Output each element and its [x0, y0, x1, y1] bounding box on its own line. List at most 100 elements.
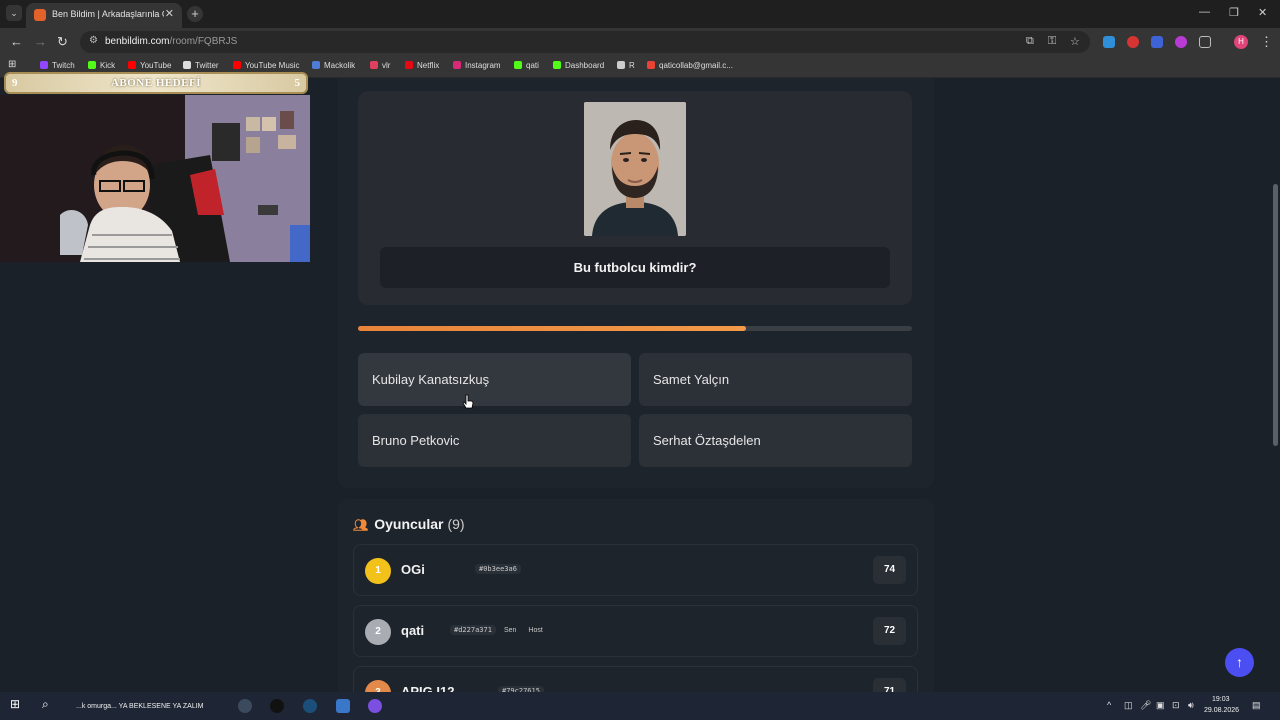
bookmark-item[interactable]: Netflix	[405, 61, 439, 70]
bookmark-item[interactable]: Instagram	[453, 61, 501, 70]
discord-icon[interactable]	[368, 699, 382, 713]
tab-close-icon[interactable]: ✕	[165, 7, 174, 20]
bookmark-item[interactable]: R	[617, 61, 635, 70]
browser-tab-active[interactable]: Ben Bildim | Arkadaşlarınla Onl... ✕	[26, 3, 182, 28]
answer-option-3[interactable]: Bruno Petkovic	[358, 414, 631, 467]
url-text[interactable]: benbildim.com/room/FQBRJS	[105, 36, 237, 47]
bookmark-item[interactable]: Twitch	[40, 61, 75, 70]
password-key-icon[interactable]: ⚿	[1048, 35, 1056, 48]
apps-grid-icon[interactable]: ⊞	[8, 59, 16, 70]
bookmark-favicon-icon	[128, 61, 136, 69]
bookmark-item[interactable]: Twitter	[183, 61, 219, 70]
bookmark-favicon-icon	[405, 61, 413, 69]
player-name: OGi	[401, 562, 425, 577]
profile-avatar[interactable]: H	[1234, 35, 1248, 49]
search-icon[interactable]: ⌕	[42, 697, 56, 711]
bookmark-label: Twitch	[52, 61, 75, 70]
bookmark-star-icon[interactable]: ☆	[1070, 35, 1080, 48]
close-window-button[interactable]: ✕	[1258, 6, 1267, 19]
extension-icon[interactable]	[1103, 36, 1115, 48]
player-row: 2 qati #d227a371 Sen Host 72	[353, 605, 918, 657]
site-info-icon[interactable]: ⚙	[89, 35, 98, 46]
subscriber-goal-banner: 9 ABONE HEDEFİ 5	[4, 72, 308, 94]
player-role-tag: Host	[528, 627, 543, 634]
volume-icon[interactable]: 🔊︎	[1188, 700, 1194, 711]
player-row: 1 OGi #0b3ee3a6 74	[353, 544, 918, 596]
app-icon[interactable]	[336, 699, 350, 713]
player-tags: #0b3ee3a6	[475, 564, 525, 574]
bookmark-item[interactable]: Kick	[88, 61, 115, 70]
windows-start-icon[interactable]: ⊞	[10, 697, 24, 711]
install-app-icon[interactable]: ⧉	[1026, 35, 1034, 48]
forward-arrow-icon[interactable]: →	[34, 34, 47, 49]
player-name: APIG.I12	[401, 684, 455, 692]
network-icon[interactable]: ▣	[1156, 700, 1165, 711]
bookmark-favicon-icon	[453, 61, 461, 69]
bookmark-label: YouTube	[140, 61, 172, 70]
address-bar[interactable]: ⚙ benbildim.com/room/FQBRJS ⧉ ⚿ ☆	[80, 31, 1090, 53]
bookmark-item[interactable]: qati	[514, 61, 539, 70]
steam-icon[interactable]	[303, 699, 317, 713]
bookmark-item[interactable]: YouTube Music	[233, 61, 300, 70]
player-rank-badge: 3	[365, 680, 391, 692]
bookmark-label: Kick	[100, 61, 116, 70]
url-host: benbildim.com	[105, 36, 170, 47]
players-count: (9)	[447, 516, 465, 532]
bookmark-label: Dashboard	[565, 61, 605, 70]
clock-time[interactable]: 19:03	[1212, 696, 1230, 703]
microphone-icon[interactable]: 🎤︎	[1140, 700, 1151, 711]
app-icon[interactable]	[238, 699, 252, 713]
player-id-tag: #0b3ee3a6	[475, 564, 521, 574]
extension-icon[interactable]	[1175, 36, 1187, 48]
player-rank-badge: 2	[365, 619, 391, 645]
bookmark-label: qati	[526, 61, 539, 70]
bookmark-favicon-icon	[233, 61, 241, 69]
player-name: qati	[401, 623, 425, 638]
player-score: 71	[873, 678, 906, 692]
new-tab-button[interactable]: +	[187, 6, 203, 22]
page-scrollbar[interactable]	[1270, 78, 1280, 692]
webcam-feed	[0, 95, 310, 262]
players-heading: 👥︎ Oyuncular (9)	[353, 516, 465, 532]
player-role-tag: Sen	[503, 627, 517, 634]
bookmark-label: Netflix	[417, 61, 440, 70]
back-arrow-icon[interactable]: ←	[10, 34, 23, 49]
display-icon[interactable]: ⊡	[1172, 700, 1180, 711]
player-tags: #d227a371 Sen Host	[450, 625, 551, 635]
notifications-icon[interactable]: ▤	[1252, 700, 1261, 711]
bookmark-item[interactable]: Dashboard	[553, 61, 604, 70]
answer-option-1[interactable]: Kubilay Kanatsızkuş	[358, 353, 631, 406]
extensions-puzzle-icon[interactable]	[1199, 36, 1211, 48]
scrollbar-thumb[interactable]	[1273, 184, 1278, 446]
answer-option-4[interactable]: Serhat Öztaşdelen	[639, 414, 912, 467]
timer-progress-bar	[358, 326, 912, 331]
bookmark-favicon-icon	[617, 61, 625, 69]
clock-date[interactable]: 29.08.2026	[1204, 707, 1239, 714]
browser-menu-icon[interactable]: ⋮	[1260, 34, 1273, 50]
bookmark-favicon-icon	[312, 61, 320, 69]
player-photo	[584, 102, 686, 236]
scroll-to-top-button[interactable]: ↑	[1225, 648, 1254, 677]
reload-icon[interactable]: ↻	[57, 34, 68, 50]
bookmark-label: Twitter	[195, 61, 219, 70]
answer-option-2[interactable]: Samet Yalçın	[639, 353, 912, 406]
minimize-button[interactable]: —	[1199, 6, 1210, 18]
question-text: Bu futbolcu kimdir?	[380, 247, 890, 288]
player-score: 72	[873, 617, 906, 645]
tray-app-icon[interactable]: ◫	[1124, 700, 1133, 711]
timer-progress-fill	[358, 326, 746, 331]
tray-chevron-icon[interactable]: ^	[1107, 700, 1111, 710]
bookmark-item[interactable]: Mackolik	[312, 61, 355, 70]
bookmark-item[interactable]: YouTube	[128, 61, 171, 70]
player-score: 74	[873, 556, 906, 584]
extension-icon[interactable]	[1151, 36, 1163, 48]
restore-button[interactable]: ❐	[1229, 6, 1239, 19]
extension-icon[interactable]	[1127, 36, 1139, 48]
tab-title: Ben Bildim | Arkadaşlarınla Onl...	[52, 9, 164, 19]
browser-toolbar: ← → ↻ ⚙ benbildim.com/room/FQBRJS ⧉ ⚿ ☆ …	[0, 28, 1280, 56]
bookmark-item[interactable]: vlr	[370, 61, 390, 70]
player-id-tag: #d227a371	[450, 625, 496, 635]
bookmark-item[interactable]: qaticollab@gmail.c...	[647, 61, 733, 70]
tab-search-icon[interactable]: ⌄	[6, 5, 22, 21]
obs-icon[interactable]	[270, 699, 284, 713]
